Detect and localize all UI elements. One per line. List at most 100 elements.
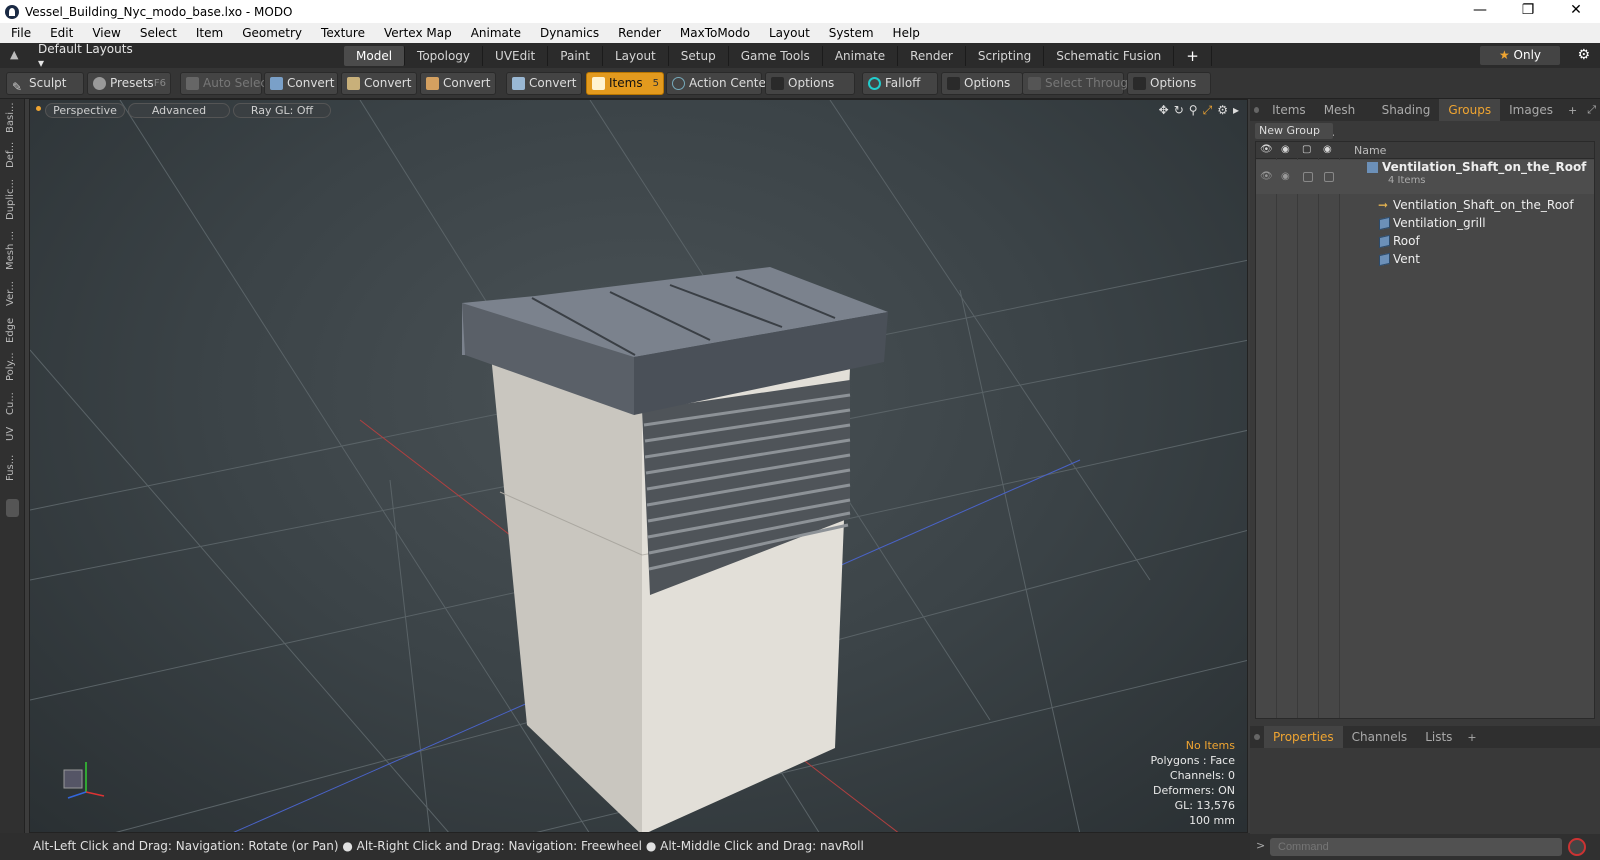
add-panel-tab-icon[interactable]: +	[1562, 104, 1583, 117]
tree-row-item[interactable]: Vent	[1256, 250, 1594, 268]
render-icon[interactable]: ◉	[1281, 144, 1290, 155]
sculpt-button[interactable]: ✎ Sculpt	[6, 72, 84, 95]
select-through-button[interactable]: Select Through	[1022, 72, 1136, 95]
close-icon[interactable]: ✕	[1552, 0, 1600, 23]
menu-view[interactable]: View	[81, 26, 128, 40]
tab-channels[interactable]: Channels	[1343, 726, 1417, 748]
tab-items[interactable]: Items	[1263, 99, 1315, 121]
vtab-basic[interactable]: Basi...	[5, 102, 20, 133]
menu-help[interactable]: Help	[882, 26, 928, 40]
menu-file[interactable]: File	[0, 26, 39, 40]
vtab-uv[interactable]: UV	[5, 423, 20, 445]
tab-animate[interactable]: Animate	[823, 45, 899, 66]
menu-texture[interactable]: Texture	[310, 26, 373, 40]
tab-properties[interactable]: Properties	[1264, 726, 1343, 748]
panel-expand-icon[interactable]: ⤢	[1583, 103, 1600, 117]
tab-groups[interactable]: Groups	[1439, 99, 1501, 121]
viewport-scene[interactable]	[30, 100, 1248, 833]
tree-row-group[interactable]: 👁 ◉ Ventilation_Shaft_on_the_Roof 4 Item…	[1256, 160, 1594, 194]
falloff-options-button[interactable]: Options	[941, 72, 1023, 95]
tree-row-item[interactable]: Roof	[1256, 232, 1594, 250]
vtab-curve[interactable]: Cu...	[5, 389, 20, 419]
convert-button-4[interactable]: Convert	[506, 72, 582, 95]
viewport-expand-icon[interactable]: ▸	[1233, 103, 1239, 118]
only-toggle[interactable]: ★ Only	[1480, 46, 1560, 65]
view-type-button[interactable]: Perspective	[45, 103, 125, 118]
vtab-deform[interactable]: Def...	[5, 137, 20, 173]
row-eye-icon[interactable]: 👁	[1260, 168, 1273, 186]
settings-gear-icon[interactable]: ⚙	[1577, 47, 1590, 63]
action-center-options-button[interactable]: Options	[765, 72, 855, 95]
menu-dynamics[interactable]: Dynamics	[529, 26, 607, 40]
viewport-menu-dot-icon[interactable]	[36, 106, 41, 111]
visibility-eye-icon[interactable]: 👁	[1260, 144, 1273, 155]
vtab-vertex[interactable]: Ver...	[5, 277, 20, 311]
row-render-icon[interactable]: ◉	[1281, 168, 1290, 186]
3d-viewport[interactable]: Perspective Advanced Ray GL: Off ✥ ↻ ⚲ ⤢…	[29, 99, 1248, 833]
tab-lists[interactable]: Lists	[1416, 726, 1461, 748]
select-through-options-button[interactable]: Options	[1127, 72, 1211, 95]
convert-button-2[interactable]: Convert	[341, 72, 417, 95]
strip-toggle-button[interactable]	[6, 499, 19, 517]
vtab-fusion[interactable]: Fus...	[5, 449, 20, 487]
rotate-icon[interactable]: ↻	[1174, 103, 1184, 118]
restore-icon[interactable]: ❐	[1504, 0, 1552, 23]
tab-paint[interactable]: Paint	[548, 45, 603, 66]
panel-menu-dot-icon[interactable]	[1254, 107, 1260, 113]
menu-render[interactable]: Render	[607, 26, 669, 40]
lock-icon[interactable]: ▢	[1302, 144, 1311, 155]
tree-row-item[interactable]: ➞ Ventilation_Shaft_on_the_Roof	[1256, 196, 1594, 214]
shading-mode-button[interactable]: Advanced	[128, 103, 230, 118]
vtab-polygon[interactable]: Poly...	[5, 349, 20, 385]
fit-icon[interactable]: ⤢	[1203, 103, 1213, 118]
presets-button[interactable]: Presets F6	[87, 72, 171, 95]
layout-dropdown[interactable]: Default Layouts ▾	[38, 42, 138, 70]
menu-vertex-map[interactable]: Vertex Map	[373, 26, 460, 40]
select-icon[interactable]: ◉	[1323, 144, 1332, 155]
menu-system[interactable]: System	[818, 26, 882, 40]
viewport-gear-icon[interactable]: ⚙	[1217, 103, 1228, 118]
collapse-icon[interactable]: ▲	[10, 48, 18, 61]
menu-item[interactable]: Item	[185, 26, 231, 40]
vtab-edge[interactable]: Edge	[5, 315, 20, 345]
new-group-button[interactable]: New Group	[1255, 123, 1333, 139]
row-lock-checkbox[interactable]	[1303, 172, 1313, 182]
menu-animate[interactable]: Animate	[460, 26, 529, 40]
tab-setup[interactable]: Setup	[669, 45, 729, 66]
menu-edit[interactable]: Edit	[39, 26, 81, 40]
tab-model[interactable]: Model	[344, 45, 406, 66]
add-panel-tab-icon[interactable]: +	[1461, 731, 1482, 744]
tab-scripting[interactable]: Scripting	[966, 45, 1045, 66]
auto-select-button[interactable]: Auto Select	[180, 72, 272, 95]
zoom-icon[interactable]: ⚲	[1189, 103, 1198, 118]
tab-images[interactable]: Images	[1500, 99, 1562, 121]
panel-menu-dot-icon[interactable]	[1254, 734, 1260, 740]
minimize-icon[interactable]: —	[1456, 0, 1504, 23]
tab-shading[interactable]: Shading	[1373, 99, 1440, 121]
vtab-duplicate[interactable]: Duplic...	[5, 177, 20, 223]
falloff-button[interactable]: Falloff	[862, 72, 938, 95]
menu-select[interactable]: Select	[129, 26, 185, 40]
record-icon[interactable]	[1568, 838, 1586, 856]
tree-row-item[interactable]: Ventilation_grill	[1256, 214, 1594, 232]
menu-maxtomodo[interactable]: MaxToModo	[669, 26, 758, 40]
raygl-toggle-button[interactable]: Ray GL: Off	[233, 103, 331, 118]
tab-schematic-fusion[interactable]: Schematic Fusion	[1044, 45, 1175, 66]
convert-button-3[interactable]: Convert	[420, 72, 496, 95]
tab-game-tools[interactable]: Game Tools	[729, 45, 823, 66]
menu-layout[interactable]: Layout	[758, 26, 818, 40]
ventilation-shaft-model[interactable]	[462, 267, 888, 833]
tab-topology[interactable]: Topology	[405, 45, 484, 66]
tab-mesh[interactable]: Mesh ...	[1315, 99, 1373, 139]
convert-button-1[interactable]: Convert	[264, 72, 338, 95]
menu-geometry[interactable]: Geometry	[231, 26, 310, 40]
vtab-mesh[interactable]: Mesh ...	[5, 227, 20, 273]
row-select-checkbox[interactable]	[1324, 172, 1334, 182]
tab-render[interactable]: Render	[898, 45, 966, 66]
command-input[interactable]	[1270, 838, 1562, 856]
pan-icon[interactable]: ✥	[1159, 103, 1169, 118]
items-mode-button[interactable]: Items 5	[586, 72, 664, 95]
action-center-button[interactable]: Action Center	[666, 72, 771, 95]
tab-uvedit[interactable]: UVEdit	[483, 45, 549, 66]
add-tab-icon[interactable]: +	[1174, 45, 1212, 66]
